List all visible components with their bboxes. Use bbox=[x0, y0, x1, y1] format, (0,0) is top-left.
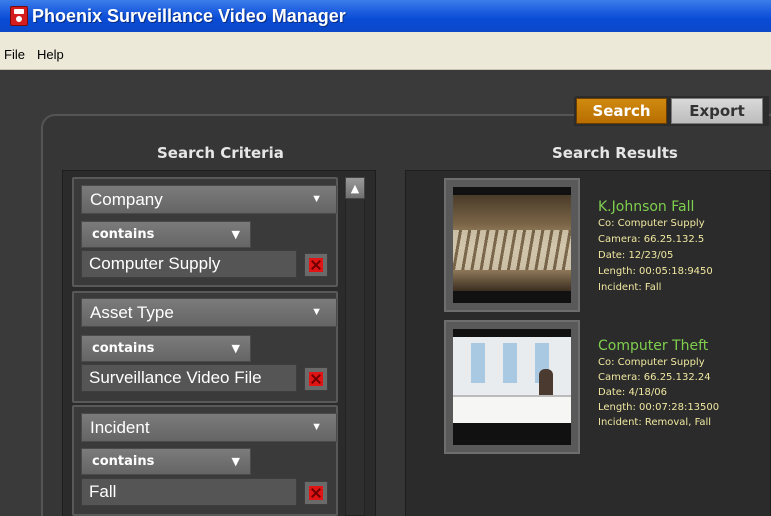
criterion-field-select[interactable]: Incident ▼ bbox=[81, 413, 337, 442]
window-title: Phoenix Surveillance Video Manager bbox=[32, 5, 346, 26]
chevron-down-icon: ▼ bbox=[311, 306, 322, 318]
delete-criterion-button[interactable] bbox=[304, 367, 328, 391]
result-title[interactable]: Computer Theft bbox=[598, 338, 708, 354]
criterion-field-label: Company bbox=[90, 189, 163, 209]
menu-help[interactable]: Help bbox=[37, 47, 64, 62]
criterion-operator-label: contains bbox=[92, 341, 155, 356]
scroll-up-arrow-icon: ▲ bbox=[350, 181, 360, 195]
criterion-operator-label: contains bbox=[92, 227, 155, 242]
search-results-heading: Search Results bbox=[552, 144, 678, 162]
chevron-down-icon: ▼ bbox=[231, 228, 240, 241]
result-length: Length: 00:07:28:13500 bbox=[598, 402, 720, 413]
menu-bar: File Help bbox=[0, 32, 771, 70]
delete-criterion-button[interactable] bbox=[304, 253, 328, 277]
warehouse-image bbox=[453, 195, 571, 291]
chevron-down-icon: ▼ bbox=[311, 193, 322, 205]
result-camera: Camera: 66.25.132.5 bbox=[598, 234, 705, 245]
chevron-down-icon: ▼ bbox=[311, 421, 322, 433]
criterion-operator-label: contains bbox=[92, 454, 155, 469]
tab-bar: Search Export bbox=[574, 96, 769, 126]
result-incident: Incident: Fall bbox=[598, 282, 662, 293]
video-thumbnail bbox=[453, 187, 571, 303]
delete-icon bbox=[309, 486, 323, 500]
search-criteria-heading: Search Criteria bbox=[157, 144, 284, 162]
delete-icon bbox=[309, 258, 323, 272]
office-image bbox=[453, 337, 571, 423]
delete-criterion-button[interactable] bbox=[304, 481, 328, 505]
delete-icon bbox=[309, 372, 323, 386]
chevron-down-icon: ▼ bbox=[231, 455, 240, 468]
window-title-bar[interactable]: Phoenix Surveillance Video Manager bbox=[0, 0, 771, 32]
result-date: Date: 4/18/06 bbox=[598, 387, 667, 398]
result-company: Co: Computer Supply bbox=[598, 218, 705, 229]
criterion-field-select[interactable]: Asset Type ▼ bbox=[81, 298, 337, 327]
criterion-field-select[interactable]: Company ▼ bbox=[81, 185, 337, 214]
tab-search[interactable]: Search bbox=[576, 98, 667, 124]
result-thumbnail[interactable] bbox=[444, 320, 580, 454]
video-thumbnail bbox=[453, 329, 571, 445]
result-title[interactable]: K.Johnson Fall bbox=[598, 199, 694, 215]
criteria-scrollbar[interactable] bbox=[345, 177, 365, 516]
result-length: Length: 00:05:18:9450 bbox=[598, 266, 713, 277]
criterion-operator-select[interactable]: contains ▼ bbox=[81, 335, 251, 362]
criterion-operator-select[interactable]: contains ▼ bbox=[81, 221, 251, 248]
criterion-field-label: Asset Type bbox=[90, 302, 174, 322]
criterion-value-input[interactable]: Computer Supply bbox=[81, 250, 297, 278]
result-incident: Incident: Removal, Fall bbox=[598, 417, 712, 428]
scroll-up-button[interactable]: ▲ bbox=[345, 177, 365, 199]
result-thumbnail[interactable] bbox=[444, 178, 580, 312]
chevron-down-icon: ▼ bbox=[231, 342, 240, 355]
criterion-value-input[interactable]: Surveillance Video File bbox=[81, 364, 297, 392]
criterion-operator-select[interactable]: contains ▼ bbox=[81, 448, 251, 475]
criterion-field-label: Incident bbox=[90, 417, 150, 437]
result-camera: Camera: 66.25.132.24 bbox=[598, 372, 711, 383]
app-icon bbox=[10, 6, 28, 26]
result-date: Date: 12/23/05 bbox=[598, 250, 674, 261]
menu-file[interactable]: File bbox=[4, 47, 25, 62]
criterion-value-input[interactable]: Fall bbox=[81, 478, 297, 506]
result-company: Co: Computer Supply bbox=[598, 357, 705, 368]
tab-export[interactable]: Export bbox=[671, 98, 763, 124]
